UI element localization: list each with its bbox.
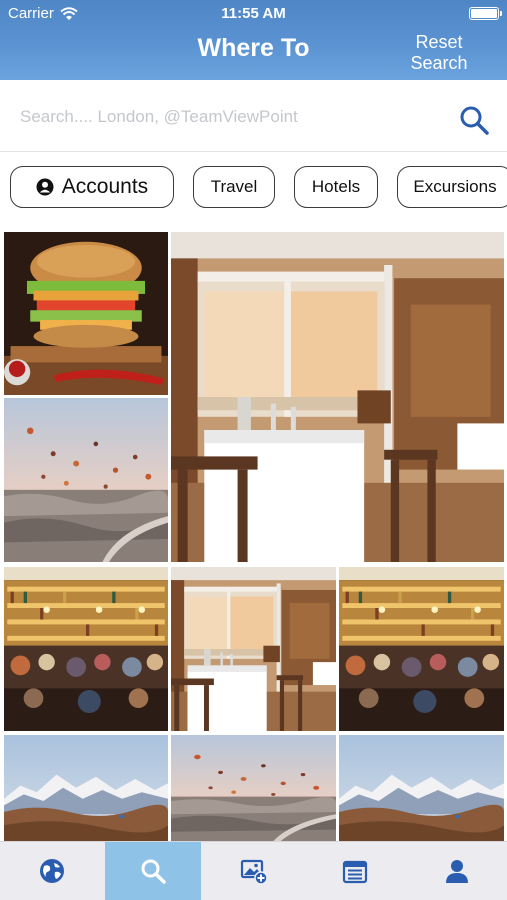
photo-tile-mountain-landscape[interactable] (4, 735, 168, 841)
balloons-photo (4, 398, 168, 562)
status-bar: Carrier 11:55 AM (0, 0, 507, 28)
tab-bar (0, 841, 507, 900)
bar-photo (4, 567, 168, 731)
photo-tile-restaurant[interactable] (171, 567, 336, 731)
tab-calendar[interactable] (306, 842, 404, 900)
profile-icon (445, 860, 468, 883)
person-badge-icon (36, 178, 54, 196)
photo-grid (0, 226, 507, 841)
category-chip-accounts[interactable]: Accounts (10, 166, 174, 208)
calendar-icon (342, 860, 368, 884)
tab-add-photo[interactable] (203, 842, 304, 900)
search-icon[interactable] (458, 104, 490, 136)
tab-explore[interactable] (0, 842, 103, 900)
app-header: Carrier 11:55 AM Where To Reset Search (0, 0, 507, 80)
category-label: Travel (210, 177, 258, 196)
tab-profile[interactable] (406, 842, 507, 900)
status-time: 11:55 AM (221, 5, 286, 22)
reset-search-label-line2: Search (410, 53, 468, 73)
category-chip-hotels[interactable]: Hotels (294, 166, 378, 208)
category-filter-bar: Accounts Travel Hotels Excursions (0, 152, 507, 226)
category-label: Hotels (311, 177, 361, 196)
burger-photo (4, 232, 168, 395)
restaurant-photo (171, 567, 336, 731)
photo-tile-restaurant-large[interactable] (171, 232, 504, 562)
globe-icon (39, 859, 64, 883)
photo-tile-mountain-landscape[interactable] (339, 735, 504, 841)
category-label: Excursions (413, 177, 497, 196)
search-icon (141, 859, 166, 884)
balloons-photo (171, 735, 336, 841)
category-chip-excursions[interactable]: Excursions (397, 166, 507, 208)
search-input[interactable] (20, 104, 440, 130)
search-bar (0, 80, 507, 152)
photo-tile-burger[interactable] (4, 232, 168, 395)
category-label: Accounts (61, 175, 149, 198)
battery-icon (469, 7, 502, 20)
photo-tile-hot-air-balloons[interactable] (4, 398, 168, 562)
photo-tile-bar-restaurant[interactable] (339, 567, 504, 731)
restaurant-photo (171, 232, 504, 562)
bar-photo (339, 567, 504, 731)
mountain-photo (4, 735, 168, 841)
add-photo-icon (240, 859, 268, 885)
category-chip-travel[interactable]: Travel (193, 166, 275, 208)
photo-tile-hot-air-balloons[interactable] (171, 735, 336, 841)
tab-search[interactable] (105, 842, 201, 900)
mountain-photo (339, 735, 504, 841)
reset-search-label-line1: Reset (415, 32, 463, 52)
reset-search-button[interactable]: Reset Search (409, 32, 469, 74)
photo-tile-bar-restaurant[interactable] (4, 567, 168, 731)
